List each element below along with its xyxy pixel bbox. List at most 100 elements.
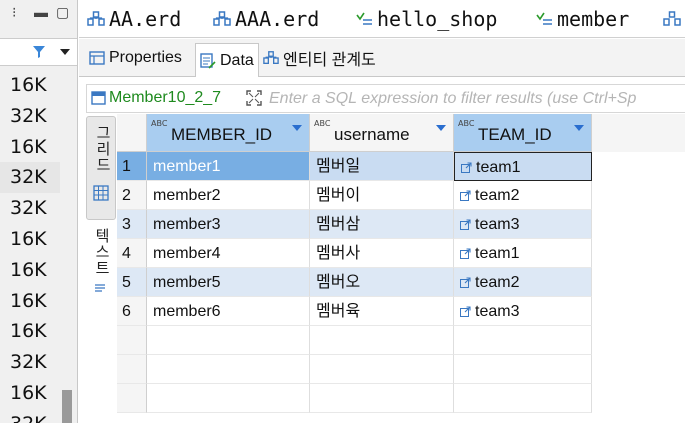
reference-link-icon[interactable] [460,190,471,201]
tab-properties[interactable]: Properties [85,43,186,73]
sort-arrow-icon[interactable] [436,125,446,131]
row-number[interactable] [117,355,147,384]
grid-cell[interactable]: team1 [454,152,592,181]
string-type-icon: ABC [151,119,168,128]
grid-cell[interactable]: member3 [147,210,310,239]
more-options-icon[interactable]: ⁝ [12,4,16,21]
table-row[interactable]: 6 member6 멤버육 team3 [117,297,685,326]
erd-icon [663,11,681,26]
file-size-item[interactable]: 32K [0,347,60,378]
filter-icon[interactable] [32,45,46,59]
editor-tab-member[interactable]: member [535,6,629,32]
grid-cell[interactable]: 멤버오 [310,268,454,297]
reference-link-icon[interactable] [460,248,471,259]
sort-arrow-icon[interactable] [574,125,584,131]
file-size-item[interactable]: 16K [0,224,60,255]
grid-cell[interactable]: team2 [454,181,592,210]
grid-cell[interactable]: team3 [454,210,592,239]
grid-cell[interactable]: member6 [147,297,310,326]
grid-cell[interactable]: team1 [454,239,592,268]
grid-header: ABC MEMBER_ID ABC username ABC TEAM_ID [117,114,685,152]
minimize-icon[interactable]: ▬ [34,4,48,20]
left-scrollbar-thumb[interactable] [62,390,72,423]
tab-grid-view[interactable]: 그리드 [86,116,116,220]
entity-name-label[interactable]: Member10_2_7 [109,89,221,107]
tab-entity-diagram[interactable]: 엔티티 관계도 [259,43,380,73]
row-number[interactable]: 6 [117,297,147,326]
left-scrollbar[interactable] [61,70,73,423]
editor-tab-hello-shop[interactable]: hello_shop [355,6,497,32]
grid-cell[interactable]: 멤버일 [310,152,454,181]
cell-value: team1 [476,159,521,176]
tab-text-view[interactable]: 텍스트 [86,224,116,314]
row-number[interactable]: 1 [117,152,147,181]
foreign-key-type-icon: ABC [458,119,475,128]
column-header-username[interactable]: ABC username [310,114,454,152]
grid-cell[interactable] [310,326,454,355]
file-size-item[interactable]: 16K [0,378,60,409]
table-row[interactable]: 3 member3 멤버삼 team3 [117,210,685,239]
file-size-item[interactable]: 32K [0,162,60,194]
table-row[interactable]: 2 member2 멤버이 team2 [117,181,685,210]
column-header-member-id[interactable]: ABC MEMBER_ID [147,114,310,152]
table-row[interactable]: 5 member5 멤버오 team2 [117,268,685,297]
file-size-item[interactable]: 16K [0,70,60,101]
sql-table-icon [536,12,552,25]
table-row[interactable]: 4 member4 멤버사 team1 [117,239,685,268]
grid-cell[interactable]: 멤버사 [310,239,454,268]
grid-cell[interactable] [454,355,592,384]
grid-cell[interactable] [310,355,454,384]
file-size-item[interactable]: 16K [0,132,60,163]
grid-cell[interactable]: 멤버삼 [310,210,454,239]
table-row[interactable]: 1 member1 멤버일 team1 [117,152,685,181]
file-size-item[interactable]: 16K [0,316,60,347]
grid-cell[interactable]: member4 [147,239,310,268]
row-number-header[interactable] [117,114,147,152]
grid-cell[interactable]: member5 [147,268,310,297]
grid-cell[interactable] [310,384,454,413]
reference-link-icon[interactable] [460,277,471,288]
grid-cell[interactable]: 멤버이 [310,181,454,210]
sql-table-icon [356,12,372,25]
empty-row [117,355,685,384]
tab-data[interactable]: Data [195,43,259,77]
row-number[interactable] [117,326,147,355]
grid-cell[interactable] [147,355,310,384]
row-number[interactable]: 5 [117,268,147,297]
editor-tab-aaa-erd[interactable]: AAA.erd [213,6,319,32]
grid-cell[interactable]: 멤버육 [310,297,454,326]
row-number[interactable]: 4 [117,239,147,268]
grid-cell[interactable] [454,326,592,355]
editor-tab-overflow[interactable] [663,6,681,32]
row-number[interactable]: 2 [117,181,147,210]
file-size-item[interactable]: 16K [0,286,60,317]
grid-icon [93,185,109,201]
sort-arrow-icon[interactable] [292,125,302,131]
grid-cell[interactable]: member2 [147,181,310,210]
column-header-team-id[interactable]: ABC TEAM_ID [454,114,592,152]
sql-filter-input[interactable] [269,88,685,110]
grid-cell[interactable]: team2 [454,268,592,297]
reference-link-icon[interactable] [460,306,471,317]
grid-cell[interactable] [147,384,310,413]
results-grid: ABC MEMBER_ID ABC username ABC TEAM_ID 1… [117,114,685,423]
reference-link-icon[interactable] [461,162,472,173]
file-size-item[interactable]: 32K [0,193,60,224]
erd-icon [87,11,105,26]
editor-tab-aa-erd[interactable]: AA.erd [87,6,181,32]
reference-link-icon[interactable] [460,219,471,230]
file-size-item[interactable]: 16K [0,255,60,286]
maximize-icon[interactable]: ▢ [56,4,69,21]
file-size-item[interactable]: 32K [0,101,60,132]
file-size-item[interactable]: 32K [0,409,60,423]
view-menu-icon[interactable] [60,49,70,55]
grid-cell[interactable] [147,326,310,355]
expand-icon[interactable] [245,89,263,107]
table-icon [91,91,106,105]
row-number[interactable] [117,384,147,413]
grid-cell[interactable]: team3 [454,297,592,326]
row-number[interactable]: 3 [117,210,147,239]
grid-cell[interactable]: member1 [147,152,310,181]
grid-cell[interactable] [454,384,592,413]
left-search-bar[interactable] [0,38,77,66]
